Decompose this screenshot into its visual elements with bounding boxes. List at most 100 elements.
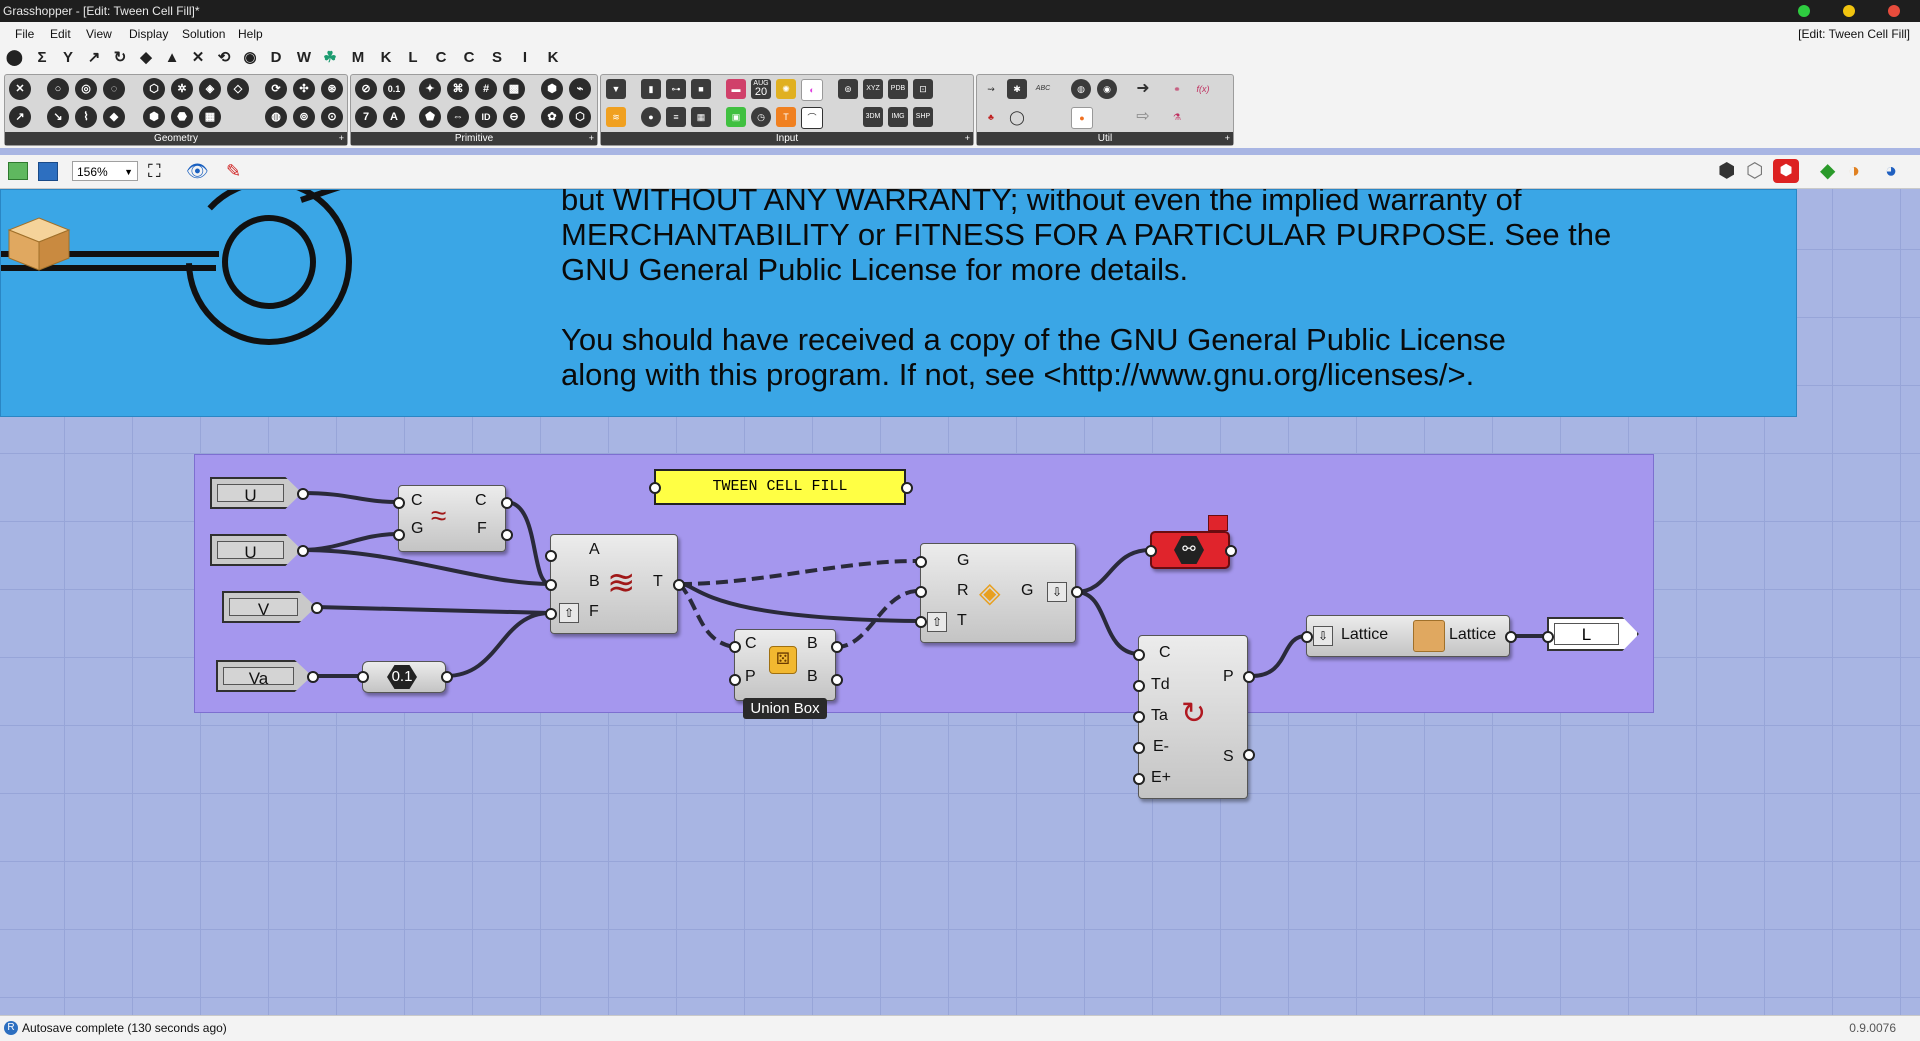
geometry-icon-15[interactable]: ▦ bbox=[199, 106, 221, 128]
input-grip[interactable] bbox=[915, 616, 927, 628]
menu-solution[interactable]: Solution bbox=[182, 22, 225, 46]
input-3dm-icon[interactable]: 3DM bbox=[863, 107, 883, 127]
input-grip[interactable] bbox=[545, 608, 557, 620]
util-icon-7[interactable]: ● bbox=[1071, 107, 1093, 129]
param-l[interactable]: L bbox=[1547, 617, 1639, 651]
tab-w[interactable]: W bbox=[296, 48, 312, 68]
input-icon-13[interactable]: ✺ bbox=[776, 79, 796, 99]
output-grip[interactable] bbox=[901, 482, 913, 494]
sketch-pen-icon[interactable]: ✎ bbox=[226, 161, 241, 181]
util-icon-6[interactable]: ◍ bbox=[1071, 79, 1091, 99]
output-grip[interactable] bbox=[307, 671, 319, 683]
tab-display-icon[interactable]: ◉ bbox=[242, 48, 258, 68]
input-grip[interactable] bbox=[545, 579, 557, 591]
util-tree-icon[interactable]: ✱ bbox=[1007, 79, 1027, 99]
input-grip[interactable] bbox=[357, 671, 369, 683]
geometry-icon-16[interactable]: ⟳ bbox=[265, 78, 287, 100]
tab-k[interactable]: K bbox=[378, 48, 394, 68]
menu-display[interactable]: Display bbox=[129, 22, 168, 46]
menu-help[interactable]: Help bbox=[238, 22, 263, 46]
rhino-status-icon[interactable]: R bbox=[4, 1021, 18, 1035]
lattice-param[interactable]: ⇩ Lattice Lattice bbox=[1306, 615, 1510, 657]
geometry-icon-10[interactable]: ✲ bbox=[171, 78, 193, 100]
primitive-icon-14[interactable]: ⌁ bbox=[569, 78, 591, 100]
input-grip[interactable] bbox=[649, 482, 661, 494]
input-grip[interactable] bbox=[915, 556, 927, 568]
primitive-icon-1[interactable]: ⊘ bbox=[355, 78, 377, 100]
tab-mesh-icon[interactable]: ▲ bbox=[164, 48, 180, 68]
geometry-group-label[interactable]: Geometry bbox=[5, 132, 347, 145]
input-calendar-icon[interactable]: AUG 20 bbox=[751, 79, 771, 99]
union-box-component[interactable]: C P B B ⚄ bbox=[734, 629, 836, 701]
save-file-icon[interactable] bbox=[38, 162, 58, 181]
geometry-icon-19[interactable]: ◍ bbox=[265, 106, 287, 128]
tab-k2[interactable]: K bbox=[545, 48, 561, 68]
shaded-preview-icon[interactable]: ◕ bbox=[1885, 160, 1897, 182]
util-icon-1[interactable]: ⇝ bbox=[981, 79, 1001, 99]
zoom-dropdown[interactable]: 156% ▼ bbox=[72, 161, 138, 181]
input-icon-3[interactable]: ▮ bbox=[641, 79, 661, 99]
primitive-icon-10[interactable]: ⇔ bbox=[447, 106, 469, 128]
output-grip[interactable] bbox=[1071, 586, 1083, 598]
input-icon-4[interactable]: ● bbox=[641, 107, 661, 127]
tab-surface-icon[interactable]: ◆ bbox=[138, 48, 154, 68]
input-grip[interactable] bbox=[1133, 773, 1145, 785]
output-grip[interactable] bbox=[1243, 749, 1255, 761]
input-icon-14[interactable]: T bbox=[776, 107, 796, 127]
output-grip[interactable] bbox=[311, 602, 323, 614]
menu-view[interactable]: View bbox=[86, 22, 112, 46]
input-grip[interactable] bbox=[1542, 631, 1554, 643]
output-grip[interactable] bbox=[441, 671, 453, 683]
param-va[interactable]: Va bbox=[216, 660, 312, 692]
input-color-wheel-icon[interactable]: ◐ bbox=[801, 79, 823, 101]
tab-l[interactable]: L bbox=[405, 48, 421, 68]
tab-c2[interactable]: C bbox=[461, 48, 477, 68]
util-arrow-icon[interactable]: ➜ bbox=[1133, 79, 1153, 99]
input-grip[interactable] bbox=[393, 497, 405, 509]
input-icon-20[interactable]: ⊡ bbox=[913, 79, 933, 99]
output-grip[interactable] bbox=[831, 674, 843, 686]
menu-file[interactable]: File bbox=[15, 22, 34, 46]
output-grip[interactable] bbox=[297, 545, 309, 557]
tween-cell-fill-panel[interactable]: TWEEN CELL FILL bbox=[654, 469, 906, 505]
primitive-icon-13[interactable]: ⬢ bbox=[541, 78, 563, 100]
tab-i[interactable]: I bbox=[517, 48, 533, 68]
tab-maths[interactable]: Σ bbox=[34, 48, 50, 68]
geometry-icon-17[interactable]: ✣ bbox=[293, 78, 315, 100]
number-param[interactable]: 0.1 bbox=[362, 661, 446, 693]
geometry-icon-20[interactable]: ⊚ bbox=[293, 106, 315, 128]
input-grip[interactable] bbox=[1133, 711, 1145, 723]
preview-mode-2-icon[interactable]: ⬡ bbox=[1746, 160, 1763, 182]
minimize-button[interactable] bbox=[1843, 5, 1855, 17]
input-grip[interactable] bbox=[1133, 649, 1145, 661]
output-grip[interactable] bbox=[1225, 545, 1237, 557]
tab-m[interactable]: M bbox=[350, 48, 366, 68]
util-cherries-icon[interactable]: ♣ bbox=[981, 107, 1001, 127]
preview-mode-3-icon[interactable]: ⬢ bbox=[1773, 159, 1799, 183]
output-grip[interactable] bbox=[1505, 631, 1517, 643]
tab-lunchbox-icon[interactable]: ☘ bbox=[322, 48, 338, 68]
input-icon-17[interactable]: ⊚ bbox=[838, 79, 858, 99]
input-expand-icon[interactable]: + bbox=[965, 132, 970, 145]
input-img-icon[interactable]: IMG bbox=[888, 107, 908, 127]
geometry-icon-14[interactable]: ⬣ bbox=[171, 106, 193, 128]
geometry-icon-12[interactable]: ◇ bbox=[227, 78, 249, 100]
util-icon-11[interactable]: ⚭ bbox=[1167, 79, 1187, 99]
tab-c1[interactable]: C bbox=[433, 48, 449, 68]
util-flask-icon[interactable]: ⚗ bbox=[1167, 107, 1187, 127]
geometry-icon-7[interactable]: ⌇ bbox=[75, 106, 97, 128]
output-grip[interactable] bbox=[501, 529, 513, 541]
param-u2[interactable]: U bbox=[210, 534, 302, 566]
canvas[interactable]: but WITHOUT ANY WARRANTY; without even t… bbox=[0, 189, 1920, 1015]
input-icon-8[interactable]: ▦ bbox=[691, 107, 711, 127]
geometry-icon-8[interactable]: ◆ bbox=[103, 106, 125, 128]
primitive-icon-5[interactable]: ✦ bbox=[419, 78, 441, 100]
geometry-icon-5[interactable]: ◌ bbox=[103, 78, 125, 100]
geometry-icon-18[interactable]: ⊛ bbox=[321, 78, 343, 100]
param-v[interactable]: V bbox=[222, 591, 316, 623]
document-preview-icon[interactable]: ◑ bbox=[1848, 160, 1860, 182]
input-pdb-icon[interactable]: PDB bbox=[888, 79, 908, 99]
output-grip[interactable] bbox=[1243, 671, 1255, 683]
util-arrow-outline-icon[interactable]: ⇨ bbox=[1133, 107, 1153, 127]
tab-d[interactable]: D bbox=[268, 48, 284, 68]
